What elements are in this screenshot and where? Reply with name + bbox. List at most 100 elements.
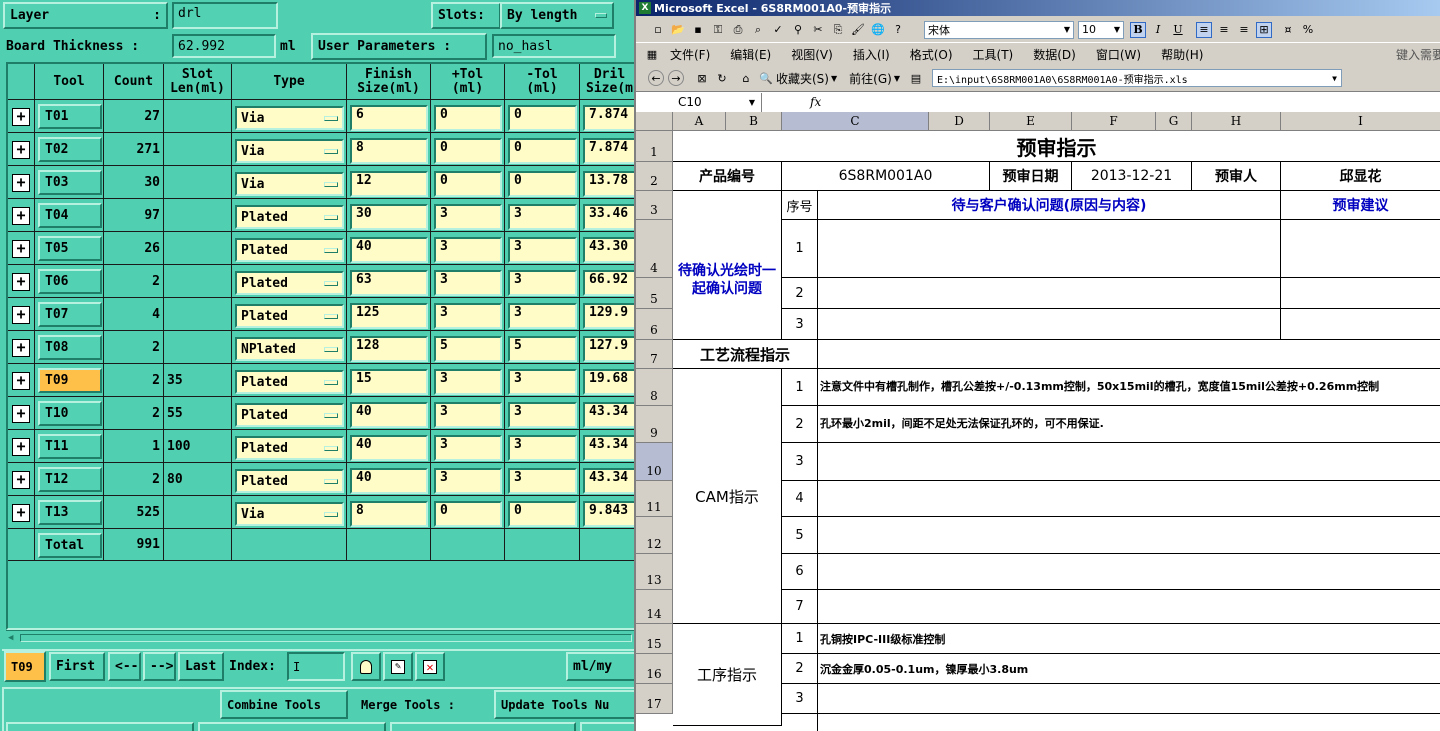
row-header[interactable]: 12 xyxy=(636,517,673,554)
plus-icon[interactable]: + xyxy=(12,372,30,390)
plus-tol-field[interactable]: 0 xyxy=(434,171,502,197)
proc-seq[interactable]: 3 xyxy=(782,684,818,714)
question-header[interactable]: 待与客户确认问题(原因与内容) xyxy=(818,191,1281,220)
tool-button[interactable]: T12 xyxy=(38,467,102,492)
type-select[interactable]: Via xyxy=(235,106,344,130)
user-parameters-field[interactable]: no_hasl xyxy=(492,34,616,58)
menu-item[interactable]: 文件(F) xyxy=(670,46,710,63)
bottom-button-3[interactable] xyxy=(390,722,576,731)
row-header[interactable]: 9 xyxy=(636,406,673,443)
align-left-icon[interactable]: ≡ xyxy=(1196,21,1212,38)
row-header[interactable]: 13 xyxy=(636,554,673,590)
font-size-select[interactable]: 10 ▼ xyxy=(1078,20,1124,39)
menu-item[interactable]: 插入(I) xyxy=(853,46,890,63)
drill-size-field[interactable]: 43.34 xyxy=(583,402,636,428)
plus-tol-field[interactable]: 0 xyxy=(434,105,502,131)
plus-icon[interactable]: + xyxy=(12,108,30,126)
permission-icon[interactable]: ⚿ xyxy=(710,22,726,38)
plus-tol-field[interactable]: 3 xyxy=(434,270,502,296)
finish-size-field[interactable]: 12 xyxy=(350,171,428,197)
sheet-title[interactable]: 预审指示 xyxy=(673,131,1440,162)
row-header[interactable]: 1 xyxy=(636,131,673,162)
question-1[interactable] xyxy=(818,220,1281,278)
merge-center-icon[interactable]: ⊞ xyxy=(1256,21,1272,38)
format-painter-icon[interactable]: 🖌 xyxy=(850,22,866,38)
row-header[interactable]: 4 xyxy=(636,220,673,278)
new-icon[interactable]: ▫ xyxy=(650,22,666,38)
plus-tol-field[interactable]: 3 xyxy=(434,435,502,461)
row-header[interactable]: 16 xyxy=(636,654,673,684)
menu-item[interactable]: 帮助(H) xyxy=(1161,46,1203,63)
row-header[interactable]: 14 xyxy=(636,590,673,624)
tool-button[interactable]: T03 xyxy=(38,170,102,195)
research-icon[interactable]: ⚲ xyxy=(790,22,806,38)
update-tools-button[interactable]: Update Tools Nu xyxy=(494,690,636,719)
stop-icon[interactable]: ⊠ xyxy=(694,70,710,86)
bottom-button-1[interactable] xyxy=(6,722,194,731)
align-right-icon[interactable]: ≡ xyxy=(1236,22,1252,38)
type-select[interactable]: Plated xyxy=(235,205,344,229)
row-header[interactable]: 17 xyxy=(636,684,673,714)
name-box[interactable]: C10 ▼ xyxy=(636,92,762,112)
column-header[interactable]: H xyxy=(1192,112,1281,131)
seq-3[interactable]: 3 xyxy=(782,309,818,340)
type-select[interactable]: Plated xyxy=(235,436,344,460)
formula-input[interactable] xyxy=(829,93,1440,112)
row-header[interactable]: 3 xyxy=(636,191,673,220)
cam-seq[interactable]: 6 xyxy=(782,554,818,590)
address-field[interactable]: E:\input\6S8RM001A0\6S8RM001A0-预审指示.xls ▼ xyxy=(931,69,1342,87)
plus-icon[interactable]: + xyxy=(12,207,30,225)
minus-tol-field[interactable]: 0 xyxy=(508,171,577,197)
menu-item[interactable]: 格式(O) xyxy=(910,46,953,63)
product-no-label[interactable]: 产品编号 xyxy=(673,162,782,191)
column-header[interactable]: E xyxy=(990,112,1072,131)
cam-instruction[interactable] xyxy=(818,517,1440,554)
search-web-icon[interactable]: 🔍 xyxy=(758,70,774,86)
tool-button[interactable]: T04 xyxy=(38,203,102,228)
minus-tol-field[interactable]: 3 xyxy=(508,435,577,461)
favorites-menu[interactable]: 收藏夹(S) xyxy=(776,70,829,87)
tool-button[interactable]: T09 xyxy=(38,368,102,393)
drill-size-field[interactable]: 43.30 xyxy=(583,237,636,263)
plus-tol-field[interactable]: 3 xyxy=(434,369,502,395)
question-3[interactable] xyxy=(818,309,1281,340)
type-select[interactable]: Plated xyxy=(235,304,344,328)
minus-tol-field[interactable]: 3 xyxy=(508,237,577,263)
show-web-toolbar-icon[interactable]: ▤ xyxy=(908,70,924,86)
scroll-thumb[interactable] xyxy=(20,634,632,642)
column-header[interactable]: D xyxy=(929,112,990,131)
seq-1[interactable]: 1 xyxy=(782,220,818,278)
drill-size-field[interactable]: 127.9 xyxy=(583,336,636,362)
finish-size-field[interactable]: 40 xyxy=(350,468,428,494)
type-select[interactable]: Via xyxy=(235,502,344,526)
process-flow-label[interactable]: 工艺流程指示 xyxy=(673,340,818,369)
minus-tol-field[interactable]: 3 xyxy=(508,402,577,428)
row-header[interactable]: 15 xyxy=(636,624,673,654)
layer-button[interactable]: Layer: xyxy=(3,2,168,29)
proc-seq[interactable]: 1 xyxy=(782,624,818,654)
finish-size-field[interactable]: 128 xyxy=(350,336,428,362)
fx-icon[interactable]: fx xyxy=(810,95,821,109)
help-search-box[interactable]: 键入需要 xyxy=(1396,46,1440,63)
cam-instruction[interactable]: 注意文件中有槽孔制作，槽孔公差按+/-0.13mm控制，50x15mil的槽孔，… xyxy=(818,369,1440,406)
row-header[interactable]: 2 xyxy=(636,162,673,191)
index-field[interactable]: I xyxy=(287,652,345,681)
type-select[interactable]: Plated xyxy=(235,370,344,394)
prev-button[interactable]: <-- xyxy=(108,652,141,681)
row-header[interactable]: 8 xyxy=(636,369,673,406)
cam-seq[interactable]: 3 xyxy=(782,443,818,481)
menu-item[interactable]: 窗口(W) xyxy=(1096,46,1141,63)
horizontal-scrollbar[interactable]: ◀ xyxy=(6,630,636,644)
plus-icon[interactable]: + xyxy=(12,240,30,258)
type-select[interactable]: Plated xyxy=(235,271,344,295)
drill-size-field[interactable]: 129.9 xyxy=(583,303,636,329)
minus-tol-field[interactable]: 3 xyxy=(508,270,577,296)
first-button[interactable]: First xyxy=(49,652,105,681)
question-2[interactable] xyxy=(818,278,1281,309)
drill-size-field[interactable]: 33.46 xyxy=(583,204,636,230)
drill-size-field[interactable]: 13.78 xyxy=(583,171,636,197)
cam-seq[interactable]: 5 xyxy=(782,517,818,554)
menu-item[interactable]: 编辑(E) xyxy=(730,46,771,63)
italic-icon[interactable]: I xyxy=(1150,22,1166,38)
plus-icon[interactable]: + xyxy=(12,405,30,423)
